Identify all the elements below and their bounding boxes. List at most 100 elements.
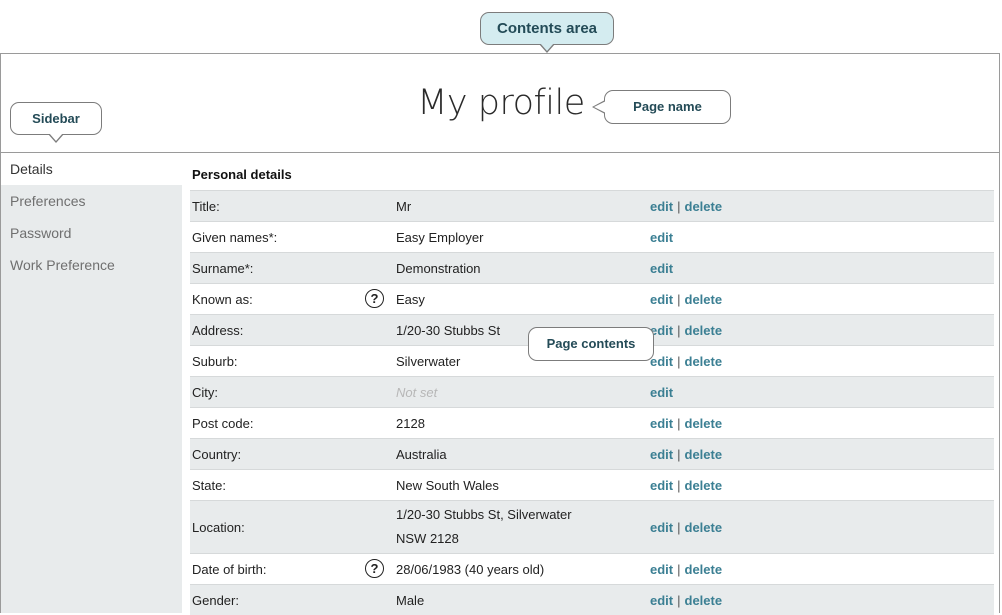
- action-separator: |: [677, 592, 681, 608]
- page-name-callout-label: Page name: [633, 99, 702, 114]
- row-label: State:: [192, 477, 226, 493]
- row-label: Given names*:: [192, 229, 278, 245]
- row-value: Easy: [396, 284, 425, 314]
- edit-link[interactable]: edit: [650, 416, 673, 431]
- delete-link[interactable]: delete: [685, 416, 723, 431]
- action-separator: |: [677, 291, 681, 307]
- delete-link[interactable]: delete: [685, 447, 723, 462]
- page-contents-callout: Page contents: [528, 327, 654, 361]
- row-label: Suburb:: [192, 353, 238, 369]
- row-value-text: Demonstration: [396, 260, 481, 276]
- edit-link[interactable]: edit: [650, 199, 673, 214]
- edit-link[interactable]: edit: [650, 478, 673, 493]
- row-value: New South Wales: [396, 470, 499, 500]
- page-contents: Personal details Title: Mr edit | delete Give…: [190, 160, 994, 615]
- row-value-text: 1/20-30 Stubbs St, Silverwater: [396, 507, 572, 522]
- edit-link[interactable]: edit: [650, 385, 673, 400]
- row-actions: edit | delete: [650, 585, 722, 615]
- sidebar-item-work-preference[interactable]: Work Preference: [1, 249, 182, 281]
- edit-link[interactable]: edit: [650, 520, 673, 535]
- table-row: City: Not set edit: [190, 376, 994, 407]
- row-label: City:: [192, 384, 218, 400]
- sidebar-item-preferences[interactable]: Preferences: [1, 185, 182, 217]
- sidebar-callout: Sidebar: [10, 102, 102, 143]
- action-separator: |: [677, 446, 681, 462]
- row-actions: edit | delete: [650, 191, 722, 221]
- delete-link[interactable]: delete: [685, 562, 723, 577]
- edit-link[interactable]: edit: [650, 447, 673, 462]
- table-row: Post code: 2128 edit | delete: [190, 407, 994, 438]
- delete-link[interactable]: delete: [685, 199, 723, 214]
- row-value: 28/06/1983 (40 years old): [396, 554, 544, 584]
- sidebar-item-password[interactable]: Password: [1, 217, 182, 249]
- row-value-text: Silverwater: [396, 353, 461, 369]
- row-label: Title:: [192, 198, 220, 214]
- row-label: Country:: [192, 446, 242, 462]
- row-value: Easy Employer: [396, 222, 483, 252]
- details-table: Title: Mr edit | delete Given names*: Easy Emp…: [190, 190, 994, 615]
- action-separator: |: [677, 519, 681, 535]
- sidebar-item-details[interactable]: Details: [1, 153, 182, 185]
- edit-link[interactable]: edit: [650, 292, 673, 307]
- page-name-callout: Page name: [592, 90, 731, 124]
- row-value-text: Mr: [396, 198, 412, 214]
- delete-link[interactable]: delete: [685, 593, 723, 608]
- row-value-text: Not set: [396, 384, 438, 400]
- row-actions: edit | delete: [650, 408, 722, 438]
- row-value: Australia: [396, 439, 447, 469]
- delete-link[interactable]: delete: [685, 478, 723, 493]
- row-value: Male: [396, 585, 424, 615]
- contents-area: My profile Details Preferences Password …: [0, 53, 1000, 615]
- row-value-text: 1/20-30 Stubbs St: [396, 322, 501, 338]
- sidebar-callout-label: Sidebar: [32, 111, 80, 126]
- row-label: Location:: [192, 519, 245, 535]
- action-separator: |: [677, 477, 681, 493]
- help-icon[interactable]: ?: [365, 559, 384, 578]
- edit-link[interactable]: edit: [650, 230, 673, 245]
- row-value: Silverwater: [396, 346, 460, 376]
- action-separator: |: [677, 353, 681, 369]
- row-value: Not set: [396, 377, 437, 407]
- row-value: 2128: [396, 408, 425, 438]
- row-value-text: Easy: [396, 291, 425, 307]
- help-icon[interactable]: ?: [365, 289, 384, 308]
- row-value: Mr: [396, 191, 411, 221]
- row-value-text: Male: [396, 592, 425, 608]
- table-row: Country: Australia edit | delete: [190, 438, 994, 469]
- page-contents-callout-label: Page contents: [546, 336, 636, 351]
- section-title: Personal details: [192, 167, 292, 182]
- edit-link[interactable]: edit: [650, 562, 673, 577]
- action-separator: |: [677, 198, 681, 214]
- row-value-text: Easy Employer: [396, 229, 484, 245]
- row-actions: edit: [650, 222, 673, 252]
- row-value-text: 2128: [396, 415, 425, 431]
- edit-link[interactable]: edit: [650, 593, 673, 608]
- row-label: Date of birth:: [192, 561, 267, 577]
- action-separator: |: [677, 561, 681, 577]
- row-value-text: New South Wales: [396, 477, 499, 493]
- row-label: Gender:: [192, 592, 239, 608]
- edit-link[interactable]: edit: [650, 261, 673, 276]
- edit-link[interactable]: edit: [650, 354, 673, 369]
- table-row: Known as:? Easy edit | delete: [190, 283, 994, 314]
- row-value-text: 28/06/1983 (40 years old): [396, 561, 545, 577]
- row-actions: edit | delete: [650, 284, 722, 314]
- row-value-text: Australia: [396, 446, 447, 462]
- row-actions: edit: [650, 377, 673, 407]
- table-row: Location: 1/20-30 Stubbs St, Silverwater N…: [190, 500, 994, 553]
- row-value: 1/20-30 Stubbs St: [396, 315, 500, 345]
- row-label: Known as:: [192, 291, 253, 307]
- delete-link[interactable]: delete: [685, 354, 723, 369]
- action-separator: |: [677, 415, 681, 431]
- delete-link[interactable]: delete: [685, 323, 723, 338]
- table-row: Date of birth:? 28/06/1983 (40 years old)…: [190, 553, 994, 584]
- row-actions: edit | delete: [650, 439, 722, 469]
- table-row: Given names*: Easy Employer edit: [190, 221, 994, 252]
- contents-area-callout: Contents area: [480, 12, 614, 53]
- row-value-text-line2: NSW 2128: [396, 531, 459, 546]
- table-row: State: New South Wales edit | delete: [190, 469, 994, 500]
- delete-link[interactable]: delete: [685, 520, 723, 535]
- row-label: Surname*:: [192, 260, 254, 276]
- delete-link[interactable]: delete: [685, 292, 723, 307]
- row-value: 1/20-30 Stubbs St, Silverwater NSW 2128: [396, 501, 572, 553]
